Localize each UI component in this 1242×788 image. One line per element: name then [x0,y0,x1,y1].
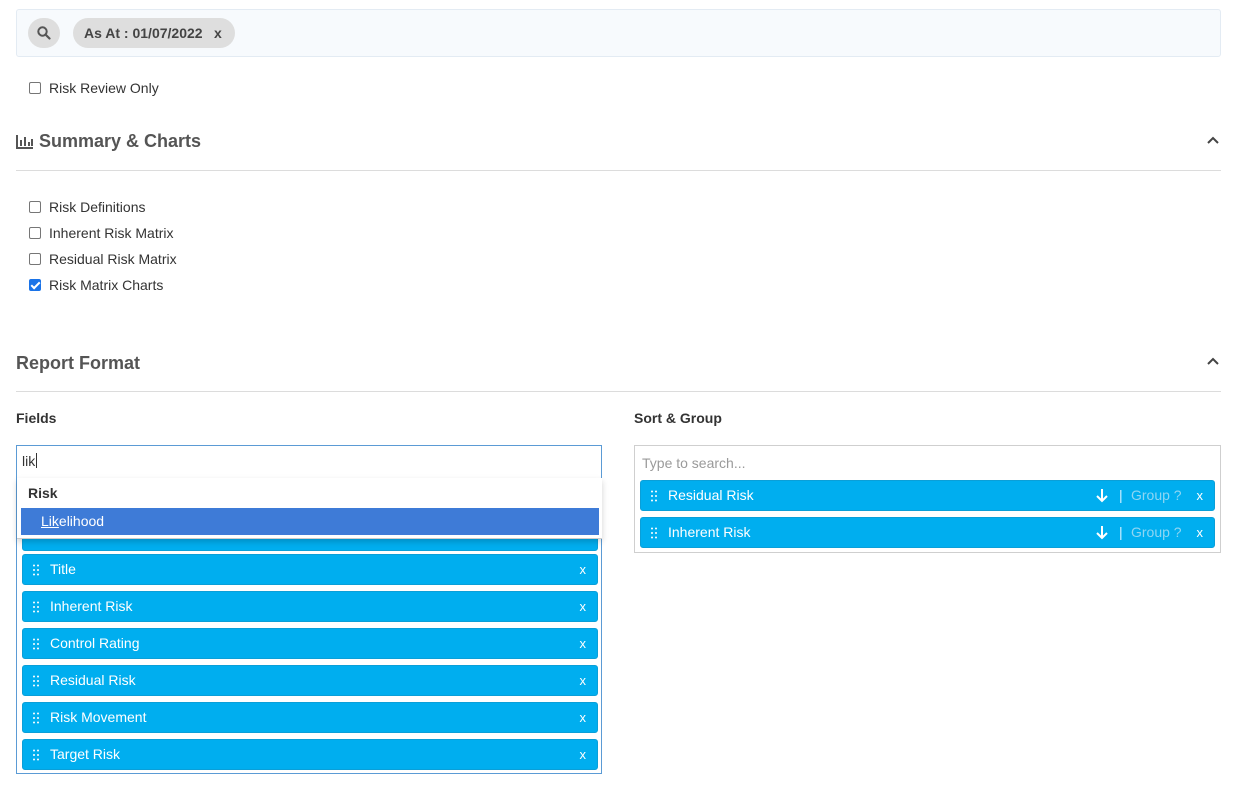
sort-descending-arrow-icon[interactable] [1095,525,1109,540]
summary-charts-title: Summary & Charts [39,130,202,151]
filter-bar: As At : 01/07/2022 x [16,9,1221,57]
fields-search-value: lik [22,453,36,469]
risk-review-only-option[interactable]: Risk Review Only [29,78,159,98]
remove-filter-button[interactable]: x [214,18,222,48]
risk-definitions-option[interactable]: Risk Definitions [29,197,145,217]
drag-handle-icon[interactable] [33,675,39,687]
drag-handle-icon[interactable] [33,749,39,761]
remove-field-button[interactable]: x [580,740,587,769]
drag-handle-icon[interactable] [33,564,39,576]
drag-handle-icon[interactable] [651,490,657,502]
remove-field-button[interactable]: x [580,555,587,584]
risk-definitions-label: Risk Definitions [49,199,146,215]
option-rest-text: elihood [58,513,105,529]
sort-search-input[interactable]: Type to search... [642,455,746,471]
sort-tag-inherent-risk[interactable]: Inherent Risk | Group ? x [640,517,1215,548]
field-tag-inherent-risk[interactable]: Inherent Risk x [22,591,598,622]
field-tag-label: Risk Movement [50,709,147,725]
collapse-summary-chevron-up-icon[interactable] [1206,133,1220,147]
field-tag-residual-risk[interactable]: Residual Risk x [22,665,598,696]
inherent-risk-matrix-label: Inherent Risk Matrix [49,225,174,241]
field-tag-label: Inherent Risk [50,598,133,614]
risk-matrix-charts-option[interactable]: Risk Matrix Charts [29,275,163,295]
text-caret [36,453,38,468]
field-tag-control-rating[interactable]: Control Rating x [22,628,598,659]
search-icon [37,26,51,40]
field-tag-title[interactable]: Title x [22,554,598,585]
as-at-filter-chip: As At : 01/07/2022 x [73,18,235,48]
sort-tag-separator: | [1119,524,1123,540]
remove-field-button[interactable]: x [580,703,587,732]
sort-tag-separator: | [1119,487,1123,503]
group-toggle-button[interactable]: Group ? [1131,518,1182,547]
drag-handle-icon[interactable] [33,601,39,613]
fields-search-input[interactable]: lik [22,453,38,469]
residual-risk-matrix-checkbox[interactable] [29,253,41,265]
dropdown-option-likelihood[interactable]: Likelihood [21,508,599,535]
drag-handle-icon[interactable] [33,638,39,650]
fields-label: Fields [16,410,57,426]
field-tag-label: Title [50,561,76,577]
field-tag-label: Control Rating [50,635,140,651]
report-format-divider [16,391,1221,392]
sort-tag-residual-risk[interactable]: Residual Risk | Group ? x [640,480,1215,511]
as-at-filter-label: As At : 01/07/2022 [84,25,203,41]
drag-handle-icon[interactable] [33,712,39,724]
field-tag-label: Residual Risk [50,672,136,688]
sort-group-label: Sort & Group [634,410,722,426]
residual-risk-matrix-option[interactable]: Residual Risk Matrix [29,249,177,269]
dropdown-group-header: Risk [28,485,58,501]
search-button[interactable] [28,18,60,48]
inherent-risk-matrix-option[interactable]: Inherent Risk Matrix [29,223,173,243]
remove-sort-button[interactable]: x [1197,518,1204,547]
group-toggle-button[interactable]: Group ? [1131,481,1182,510]
remove-field-button[interactable]: x [580,592,587,621]
remove-field-button[interactable]: x [580,666,587,695]
drag-handle-icon[interactable] [651,527,657,539]
risk-matrix-charts-label: Risk Matrix Charts [49,277,164,293]
field-tag-target-risk[interactable]: Target Risk x [22,739,598,770]
inherent-risk-matrix-checkbox[interactable] [29,227,41,239]
collapse-report-format-chevron-up-icon[interactable] [1206,354,1220,368]
residual-risk-matrix-label: Residual Risk Matrix [49,251,177,267]
field-tag-risk-movement[interactable]: Risk Movement x [22,702,598,733]
risk-matrix-charts-checkbox[interactable] [29,279,41,291]
risk-review-only-checkbox[interactable] [29,82,41,94]
bar-chart-icon [16,134,33,149]
remove-field-button[interactable]: x [580,629,587,658]
summary-charts-header[interactable]: Summary & Charts [16,130,201,152]
sort-tag-label: Inherent Risk [668,524,751,540]
report-format-title: Report Format [16,352,141,373]
summary-divider [16,170,1221,171]
sort-tag-label: Residual Risk [668,487,754,503]
risk-review-only-label: Risk Review Only [49,80,159,96]
risk-definitions-checkbox[interactable] [29,201,41,213]
fields-autocomplete-dropdown: Risk Likelihood [17,478,602,539]
report-format-header[interactable]: Report Format [16,352,140,374]
option-match-text: Lik [41,513,59,529]
sort-descending-arrow-icon[interactable] [1095,488,1109,503]
remove-sort-button[interactable]: x [1197,481,1204,510]
field-tag-label: Target Risk [50,746,121,762]
